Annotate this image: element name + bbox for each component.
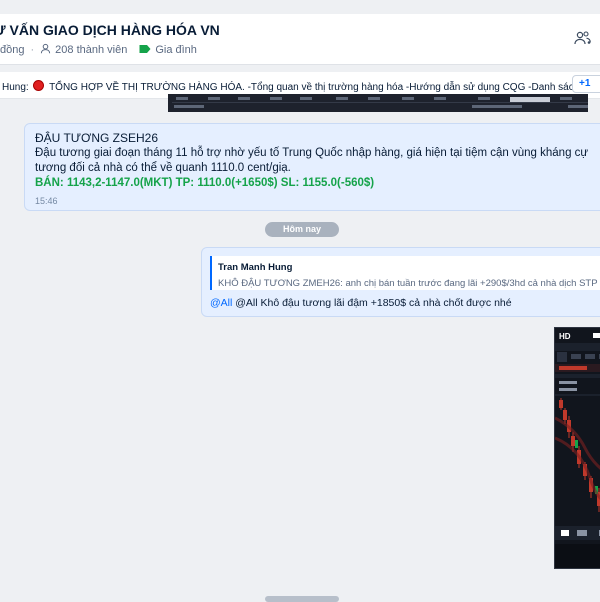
date-separator: Hôm nay [265,222,339,237]
reply-text: @All @All Khô đậu tương lãi đậm +1850$ c… [210,297,512,309]
separator-dot: · [30,44,35,56]
message-bubble[interactable]: ĐẬU TƯƠNG ZSEH26 Đậu tương giai đoạn thá… [24,123,600,211]
pinned-message-text: Hung: TỔNG HỢP VỀ THỊ TRƯỜNG HÀNG HÓA. -… [2,80,600,93]
group-title[interactable]: Ư VẤN GIAO DỊCH HÀNG HÓA VN [0,22,220,38]
reply-message-bubble[interactable]: Tran Manh Hung KHÔ ĐẬU TƯƠNG ZMEH26: anh… [201,247,600,317]
reply-body: @All Khô đậu tương lãi đậm +1850$ cả nhà… [232,297,512,309]
red-circle-icon [33,80,45,91]
scroll-indicator[interactable] [265,596,339,602]
group-meta: đồng · 208 thành viên Gia đình [0,43,197,57]
mention-all[interactable]: @All [210,297,232,309]
tag-icon [139,44,151,57]
quote-author: Tran Manh Hung [218,262,293,273]
group-settings-icon[interactable] [574,30,594,48]
quoted-message[interactable]: Tran Manh Hung KHÔ ĐẬU TƯƠNG ZMEH26: anh… [210,256,600,290]
trade-signal: BÁN: 1143,2-1147.0(MKT) TP: 1110.0(+1650… [35,177,375,189]
quote-text: KHÔ ĐẬU TƯƠNG ZMEH26: anh chị bán tuần t… [218,278,600,289]
category-label[interactable]: Gia đình [155,44,197,56]
message-body: Đậu tương giai đoạn tháng 11 hỗ trợ nhờ … [35,147,589,174]
chat-header: Ư VẤN GIAO DỊCH HÀNG HÓA VN đồng · 208 t… [0,14,600,65]
status-text: đồng [0,44,25,56]
message-title: ĐẬU TƯƠNG ZSEH26 [35,131,159,145]
member-count[interactable]: 208 thành viên [55,44,127,56]
pinned-body: TỔNG HỢP VỀ THỊ TRƯỜNG HÀNG HÓA. -Tổng q… [49,82,600,93]
chart-footer [172,104,588,109]
chart-toolbar [172,96,588,103]
message-time: 15:46 [35,196,58,206]
phone-label: HD [559,332,571,341]
chart-image[interactable] [168,94,588,112]
phone-screenshot-image[interactable]: HD [554,327,600,569]
user-icon [40,43,51,57]
pinned-more-button[interactable]: +1 [572,75,600,93]
pinned-author: Hung: [2,82,29,93]
